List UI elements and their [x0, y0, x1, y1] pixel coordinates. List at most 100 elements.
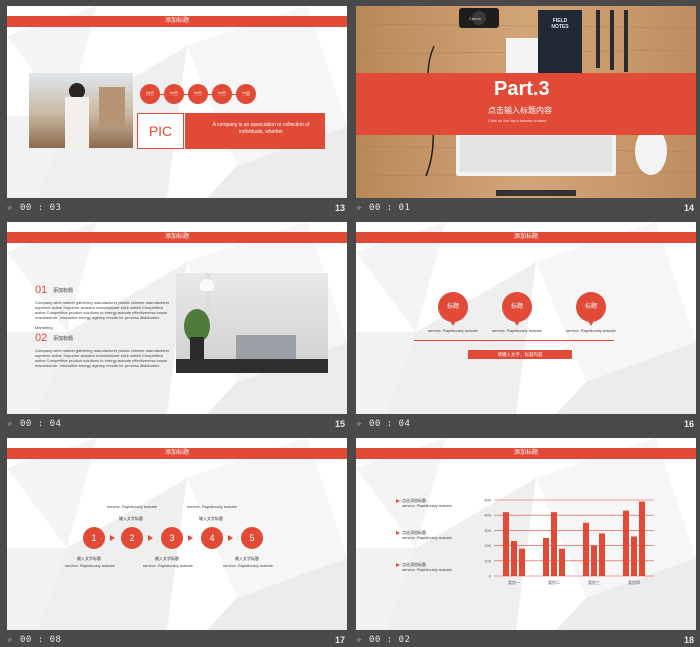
- timeline-line: [414, 340, 614, 341]
- pin-label-3: 标题: [576, 292, 606, 322]
- star-icon: ☆: [356, 419, 362, 429]
- camera-brand: Canon: [469, 16, 481, 21]
- item-body-2: Company wind market gathering manufactur…: [35, 348, 170, 368]
- slide-17[interactable]: 添加标题 service. Rapidiously actuate 输入文字标题…: [7, 438, 347, 630]
- slide-header: 添加标题: [7, 16, 347, 27]
- arrow-icon: [110, 535, 115, 541]
- triangle-icon: [396, 563, 400, 567]
- bottom-caption-1: service. Rapidiously actuate: [65, 563, 115, 568]
- item-caption: service. Rapidiously actuate: [402, 535, 452, 540]
- triangle-icon: [396, 499, 400, 503]
- slide-status-13: ☆ 00 : 03 13: [7, 203, 347, 216]
- arrow-icon: [148, 535, 153, 541]
- slide-15[interactable]: 添加标题 01 添加标题 Company wind market gatheri…: [7, 222, 347, 414]
- slide-header: 添加标题: [7, 448, 347, 459]
- slide-duration: 00 : 04: [20, 419, 62, 429]
- x-tick-label: 类别一: [508, 579, 520, 585]
- star-icon: ☆: [7, 203, 13, 213]
- photo: [29, 73, 133, 148]
- arrow-icon: [188, 535, 193, 541]
- pin-caption-1: service. Rapidiously actuate: [428, 328, 478, 333]
- arrow-icon: [228, 535, 233, 541]
- office-photo: [176, 273, 328, 373]
- box-text: A company is an association or collectio…: [212, 122, 310, 135]
- item-caption: service. Rapidiously actuate: [402, 503, 452, 508]
- list-item: 点击添加标题 service. Rapidiously actuate: [396, 562, 472, 572]
- slide-18[interactable]: 添加标题 点击添加标题 service. Rapidiously actuate…: [356, 438, 696, 630]
- text-box: A company is an association or collectio…: [185, 113, 325, 149]
- pin-3: 标题: [576, 292, 606, 332]
- bar: [631, 536, 637, 576]
- x-tick-label: 类别三: [588, 579, 600, 585]
- part-title: Part.3: [494, 78, 550, 100]
- y-tick-label: 500: [484, 498, 491, 503]
- step-1: 1: [83, 527, 105, 549]
- slide-header: 添加标题: [7, 232, 347, 243]
- slide-number: 15: [334, 419, 345, 429]
- slide-header: 添加标题: [356, 448, 696, 459]
- notebook-title: FIELD NOTES: [551, 18, 569, 30]
- pin-label-1: 标题: [438, 292, 468, 322]
- slide-status-16: ☆ 00 : 04 16: [356, 419, 696, 432]
- slide-status-18: ☆ 00 : 02 18: [356, 635, 696, 647]
- part-small-text: Click on the input header content: [488, 118, 547, 123]
- y-tick-label: 200: [484, 543, 491, 548]
- top-caption-2: service. Rapidiously actuate: [187, 504, 237, 509]
- bar: [591, 545, 597, 576]
- bar: [519, 548, 525, 576]
- bar: [543, 538, 549, 576]
- part-subtitle: 点击输入标题内容: [488, 106, 552, 115]
- slide-status-17: ☆ 00 : 08 17: [7, 635, 347, 647]
- pin-caption-2: service. Rapidiously actuate: [492, 328, 542, 333]
- item-number-1: 01: [35, 284, 48, 296]
- x-tick-label: 类别二: [548, 579, 560, 585]
- y-tick-label: 400: [484, 513, 491, 518]
- top-label-1: 输入文字标题: [119, 516, 143, 521]
- slide-14[interactable]: Canon FIELD NOTES Part.3 点击输入标题内容 Click …: [356, 6, 696, 198]
- star-icon: ☆: [7, 419, 13, 429]
- part-banner: Part.3 点击输入标题内容 Click on the input heade…: [356, 73, 696, 135]
- bar-chart: 0 100 200 300 400 500 类别一 类别二 类别三 类别四: [484, 498, 654, 585]
- item-number-2: 02: [35, 332, 48, 344]
- top-caption-1: service. Rapidiously actuate: [107, 504, 157, 509]
- slide-status-15: ☆ 00 : 04 15: [7, 419, 347, 432]
- slide-duration: 00 : 02: [369, 635, 411, 645]
- step-5: 5: [241, 527, 263, 549]
- step-2: 2: [121, 527, 143, 549]
- bar: [623, 510, 629, 576]
- bar: [639, 501, 645, 576]
- bottom-label-3: 输入文字标题: [235, 556, 259, 561]
- slide-duration: 00 : 08: [20, 635, 62, 645]
- y-tick-label: 0: [489, 574, 492, 579]
- slide-duration: 00 : 03: [20, 203, 62, 213]
- step-4: 4: [201, 527, 223, 549]
- slide-status-14: ☆ 00 : 01 14: [356, 203, 696, 216]
- bar: [583, 522, 589, 576]
- slide-header: 添加标题: [356, 232, 696, 243]
- item-title-1: 添加标题: [53, 288, 74, 294]
- bottom-caption-3: service. Rapidiously actuate: [223, 563, 273, 568]
- bottom-caption-2: service. Rapidiously actuate: [143, 563, 193, 568]
- pin-label-2: 标题: [502, 292, 532, 322]
- item-body-1: Company wind market gathering manufactur…: [35, 300, 170, 320]
- bar: [551, 512, 557, 576]
- top-label-2: 输入文字标题: [199, 516, 223, 521]
- y-tick-label: 100: [484, 558, 491, 563]
- bar: [559, 548, 565, 576]
- bar: [511, 541, 517, 576]
- star-icon: ☆: [356, 203, 362, 213]
- slide-number: 14: [683, 203, 694, 213]
- slide-number: 17: [334, 635, 345, 645]
- list-item: 点击添加标题 service. Rapidiously actuate: [396, 498, 472, 508]
- star-icon: ☆: [7, 635, 13, 645]
- slide-number: 18: [683, 635, 694, 645]
- x-tick-label: 类别四: [628, 579, 640, 585]
- step-3: 3: [161, 527, 183, 549]
- pic-box: PIC: [137, 113, 184, 149]
- slide-number: 16: [683, 419, 694, 429]
- list-item: 点击添加标题 service. Rapidiously actuate: [396, 530, 472, 540]
- slide-13[interactable]: 添加标题 内容 内容 内容 内容 内容 PIC A company is an …: [7, 6, 347, 198]
- slide-16[interactable]: 添加标题 标题 service. Rapidiously actuate 标题 …: [356, 222, 696, 414]
- pin-1: 标题: [438, 292, 468, 332]
- slide-duration: 00 : 04: [369, 419, 411, 429]
